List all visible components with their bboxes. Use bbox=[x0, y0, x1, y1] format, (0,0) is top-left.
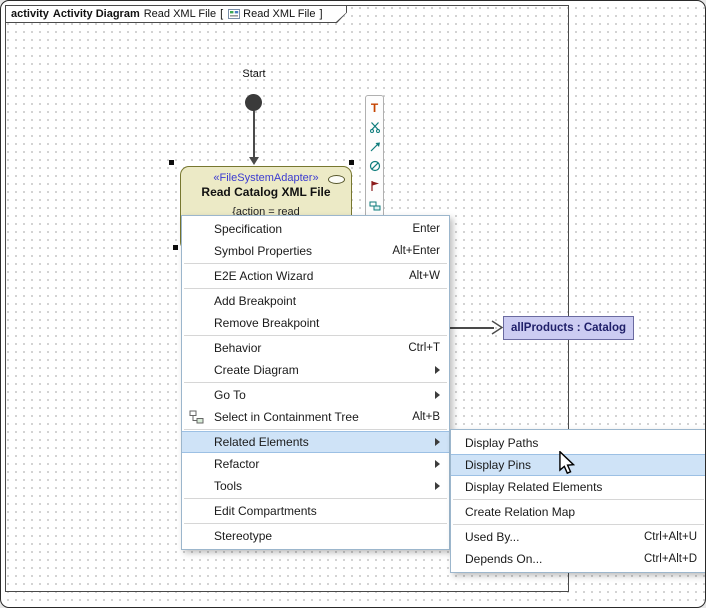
menu-separator bbox=[184, 523, 447, 524]
mouse-cursor-icon bbox=[558, 451, 576, 475]
menu-separator bbox=[453, 499, 704, 500]
menu-item-shortcut: Ctrl+Alt+D bbox=[644, 553, 697, 565]
object-node-label: allProducts : Catalog bbox=[511, 322, 626, 334]
menu-separator bbox=[184, 498, 447, 499]
menu-item-shortcut: Alt+B bbox=[412, 411, 440, 423]
menu-separator bbox=[184, 382, 447, 383]
menu-item-label: Depends On... bbox=[465, 552, 542, 566]
behavior-indicator-oval-icon bbox=[328, 175, 345, 184]
arrow-icon[interactable] bbox=[368, 140, 381, 153]
frame-bracket-open: [ bbox=[220, 8, 223, 20]
menu-item-stereotype[interactable]: Stereotype bbox=[182, 525, 449, 547]
menu-item-related-elements[interactable]: Related Elements bbox=[182, 431, 449, 453]
menu-item-label: Symbol Properties bbox=[214, 244, 312, 258]
submenu-arrow-icon bbox=[435, 460, 440, 468]
menu-item-label: Behavior bbox=[214, 341, 261, 355]
containment-tree-icon bbox=[189, 410, 204, 425]
submenu-arrow-icon bbox=[435, 391, 440, 399]
menu-item-e2e-action-wizard[interactable]: E2E Action Wizard Alt+W bbox=[182, 265, 449, 287]
menu-item-label: Go To bbox=[214, 388, 246, 402]
related-elements-submenu: Display Paths Display Pins Display Relat… bbox=[450, 429, 706, 573]
context-menu: Specification Enter Symbol Properties Al… bbox=[181, 215, 450, 550]
menu-item-go-to[interactable]: Go To bbox=[182, 384, 449, 406]
submenu-arrow-icon bbox=[435, 366, 440, 374]
start-label: Start bbox=[229, 68, 279, 80]
menu-separator bbox=[184, 263, 447, 264]
menu-item-label: Remove Breakpoint bbox=[214, 316, 319, 330]
flag-icon[interactable] bbox=[368, 180, 381, 193]
control-flow-line[interactable] bbox=[253, 111, 255, 158]
diagram-canvas: activity Activity Diagram Read XML File … bbox=[0, 0, 706, 608]
frame-diagram-name: Read XML File bbox=[144, 8, 216, 20]
action-stereotype: «FileSystemAdapter» bbox=[181, 172, 351, 184]
submenu-arrow-icon bbox=[435, 438, 440, 446]
submenu-item-display-pins[interactable]: Display Pins bbox=[451, 454, 706, 476]
selection-handle[interactable] bbox=[169, 160, 174, 165]
frame-tab-name: Read XML File bbox=[243, 8, 315, 20]
menu-item-shortcut: Ctrl+T bbox=[408, 342, 440, 354]
submenu-arrow-icon bbox=[435, 482, 440, 490]
menu-separator bbox=[453, 524, 704, 525]
menu-item-label: Display Related Elements bbox=[465, 480, 602, 494]
menu-item-label: Used By... bbox=[465, 530, 519, 544]
menu-item-label: Display Pins bbox=[465, 458, 531, 472]
menu-item-label: Add Breakpoint bbox=[214, 294, 296, 308]
menu-item-tools[interactable]: Tools bbox=[182, 475, 449, 497]
frame-keyword: activity bbox=[11, 8, 49, 20]
menu-item-label: Create Relation Map bbox=[465, 505, 575, 519]
menu-item-shortcut: Enter bbox=[413, 223, 441, 235]
frame-bracket-close: ] bbox=[319, 8, 322, 20]
menu-item-edit-compartments[interactable]: Edit Compartments bbox=[182, 500, 449, 522]
submenu-item-display-paths[interactable]: Display Paths bbox=[451, 432, 706, 454]
menu-item-label: Create Diagram bbox=[214, 363, 299, 377]
menu-item-label: Edit Compartments bbox=[214, 504, 317, 518]
submenu-item-display-related-elements[interactable]: Display Related Elements bbox=[451, 476, 706, 498]
menu-item-remove-breakpoint[interactable]: Remove Breakpoint bbox=[182, 312, 449, 334]
menu-item-label: E2E Action Wizard bbox=[214, 269, 313, 283]
menu-item-shortcut: Alt+W bbox=[409, 270, 440, 282]
submenu-item-depends-on[interactable]: Depends On... Ctrl+Alt+D bbox=[451, 548, 706, 570]
menu-item-create-diagram[interactable]: Create Diagram bbox=[182, 359, 449, 381]
edit-text-icon[interactable]: T bbox=[368, 101, 381, 114]
menu-separator bbox=[184, 288, 447, 289]
menu-item-specification[interactable]: Specification Enter bbox=[182, 218, 449, 240]
selection-handle[interactable] bbox=[173, 245, 178, 250]
menu-item-label: Stereotype bbox=[214, 529, 272, 543]
initial-node[interactable] bbox=[245, 94, 262, 111]
menu-item-shortcut: Ctrl+Alt+U bbox=[644, 531, 697, 543]
menu-item-label: Tools bbox=[214, 479, 242, 493]
submenu-item-create-relation-map[interactable]: Create Relation Map bbox=[451, 501, 706, 523]
selection-handle[interactable] bbox=[349, 160, 354, 165]
diagram-icon bbox=[228, 8, 240, 20]
frame-diagram-kind: Activity Diagram bbox=[53, 8, 140, 20]
menu-item-label: Select in Containment Tree bbox=[214, 410, 359, 424]
menu-item-select-in-containment-tree[interactable]: Select in Containment Tree Alt+B bbox=[182, 406, 449, 428]
menu-item-add-breakpoint[interactable]: Add Breakpoint bbox=[182, 290, 449, 312]
menu-separator bbox=[184, 335, 447, 336]
object-flow-line[interactable] bbox=[450, 327, 494, 329]
submenu-item-used-by[interactable]: Used By... Ctrl+Alt+U bbox=[451, 526, 706, 548]
menu-item-label: Specification bbox=[214, 222, 282, 236]
menu-item-label: Display Paths bbox=[465, 436, 538, 450]
menu-separator bbox=[184, 429, 447, 430]
scissors-icon[interactable] bbox=[368, 121, 381, 134]
action-name: Read Catalog XML File bbox=[181, 185, 351, 199]
frame-header: activity Activity Diagram Read XML File … bbox=[6, 6, 346, 22]
control-flow-arrowhead bbox=[249, 157, 259, 165]
menu-item-refactor[interactable]: Refactor bbox=[182, 453, 449, 475]
menu-item-label: Refactor bbox=[214, 457, 259, 471]
slash-circle-icon[interactable] bbox=[368, 160, 381, 173]
object-node[interactable]: allProducts : Catalog bbox=[503, 316, 634, 340]
rectangles-icon[interactable] bbox=[368, 199, 381, 212]
menu-item-symbol-properties[interactable]: Symbol Properties Alt+Enter bbox=[182, 240, 449, 262]
menu-item-behavior[interactable]: Behavior Ctrl+T bbox=[182, 337, 449, 359]
menu-item-shortcut: Alt+Enter bbox=[392, 245, 440, 257]
menu-item-label: Related Elements bbox=[214, 435, 309, 449]
